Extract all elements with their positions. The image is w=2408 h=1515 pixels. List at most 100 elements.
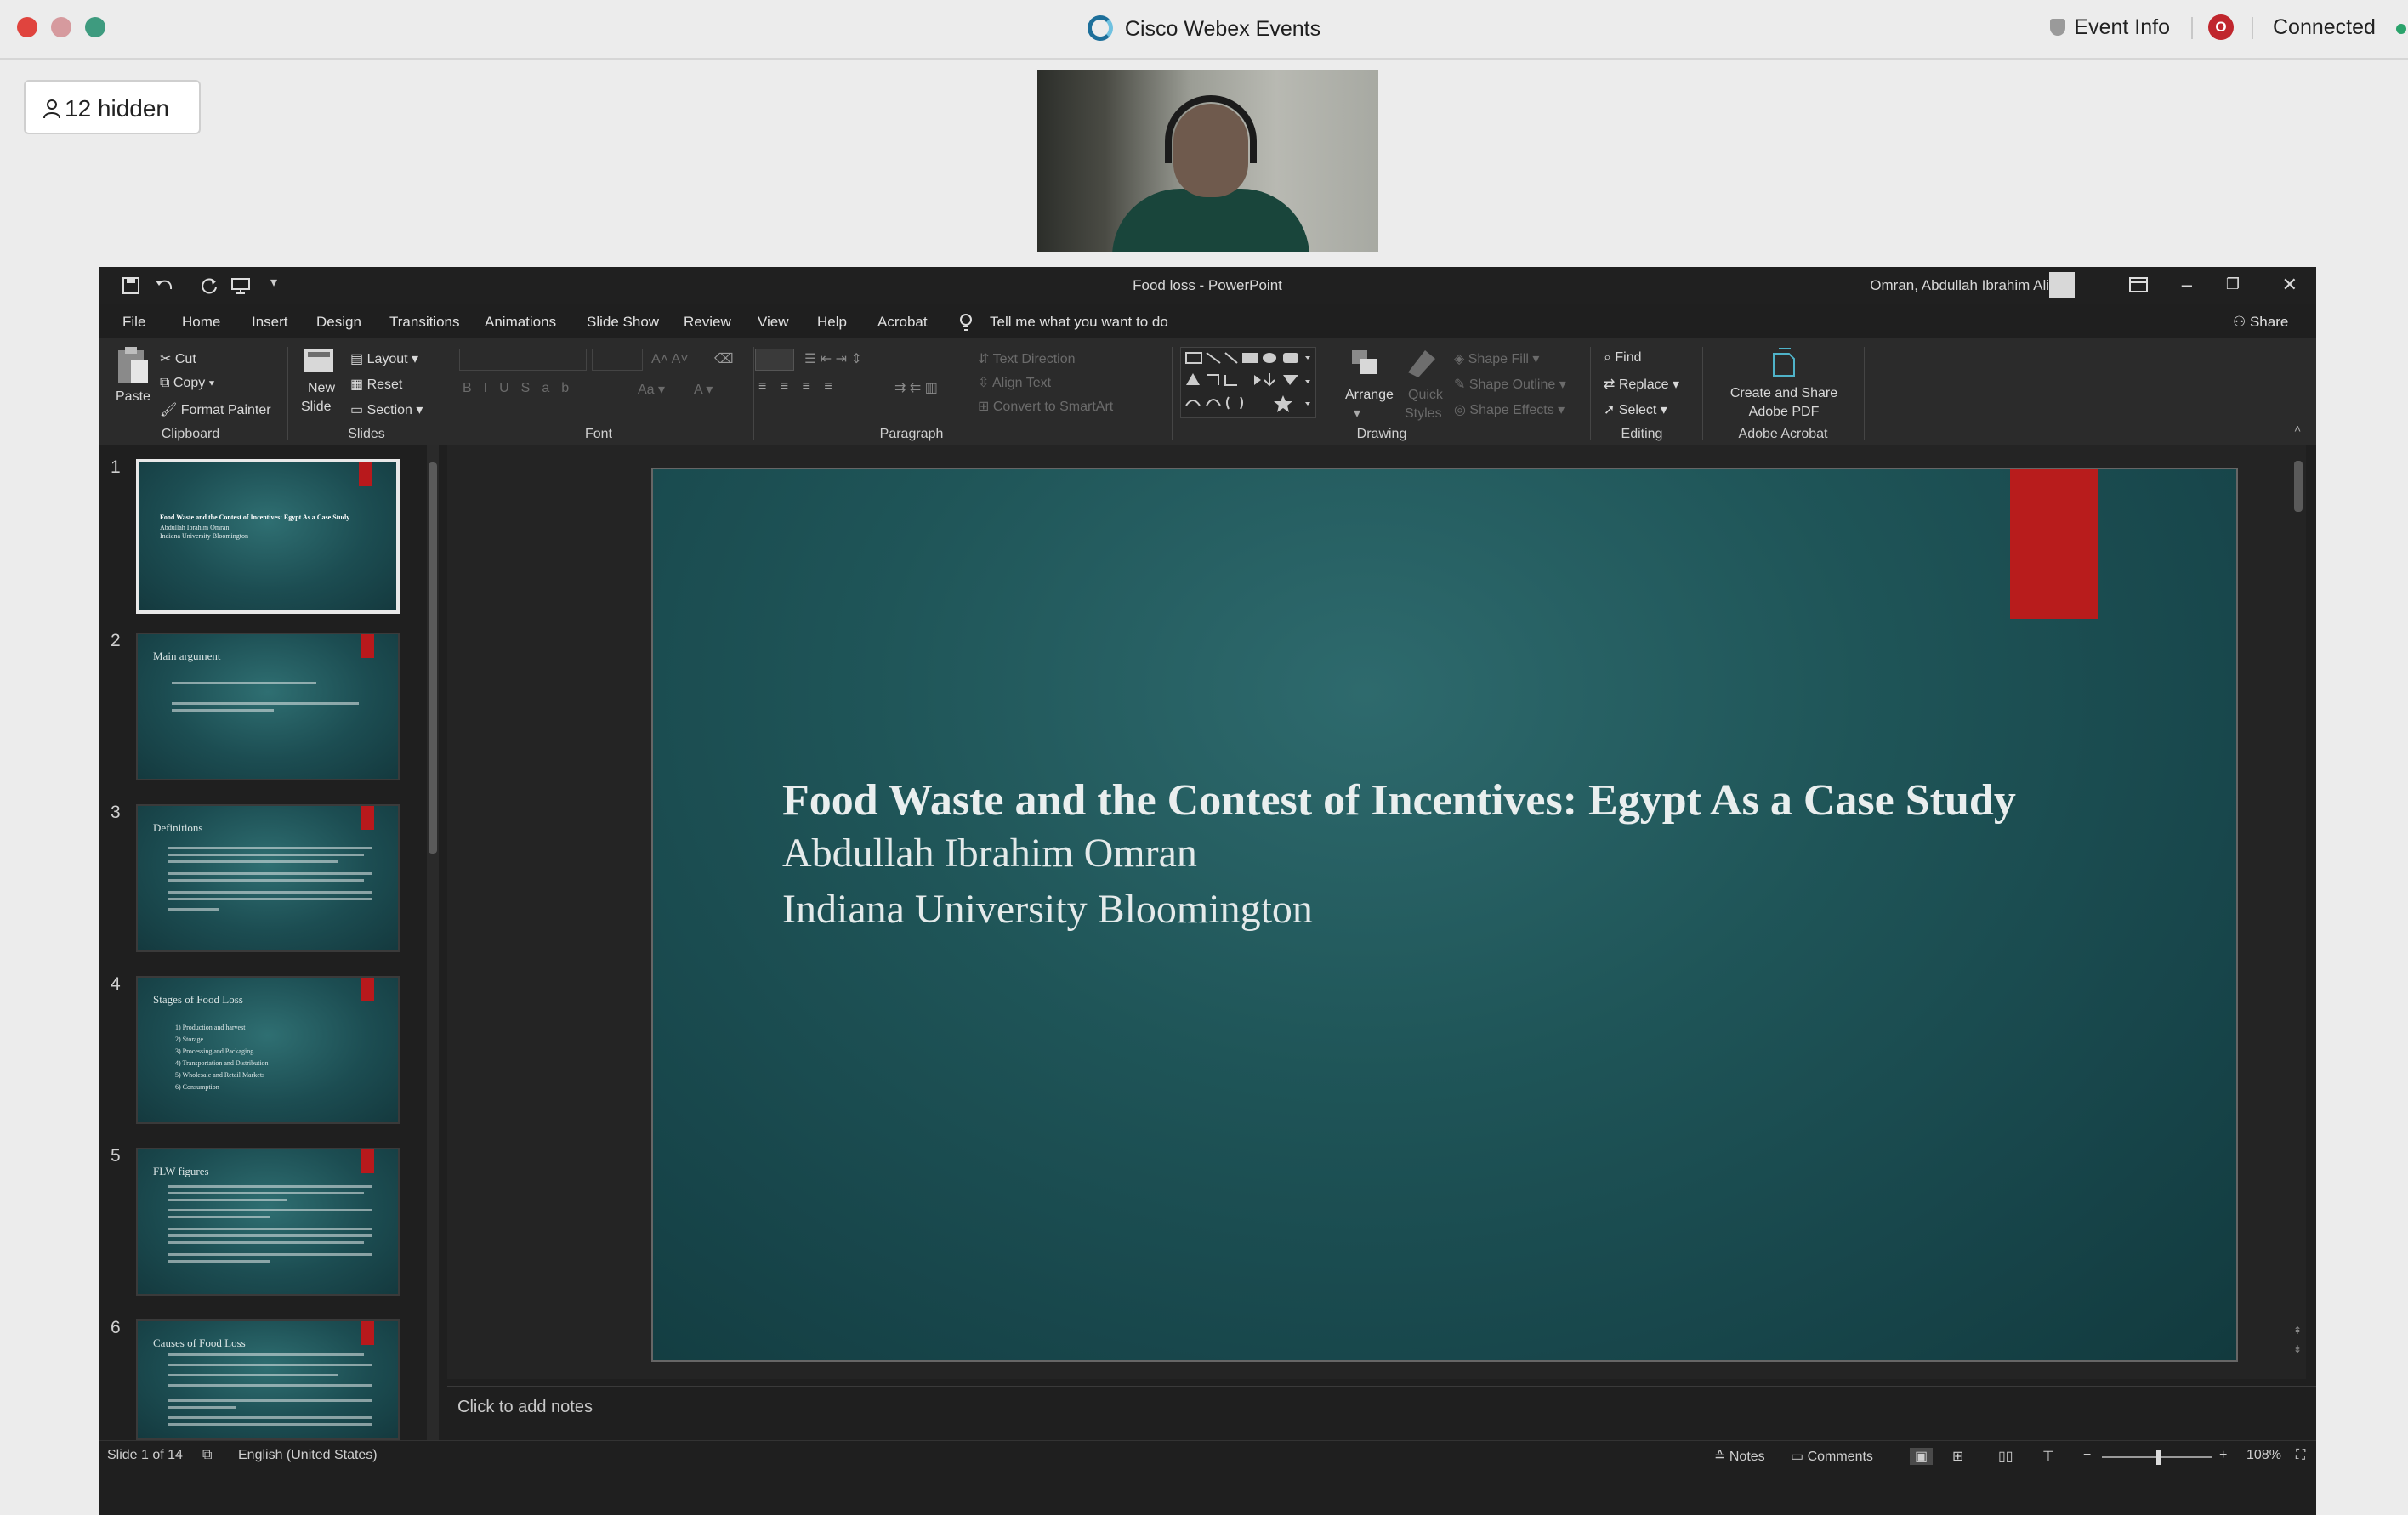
shapes-gallery[interactable] xyxy=(1180,347,1316,418)
notes-toggle-button[interactable]: ≙ Notes xyxy=(1714,1448,1765,1465)
select-button[interactable]: ➚ Select ▾ xyxy=(1604,401,1667,418)
tab-acrobat[interactable]: Acrobat xyxy=(877,314,928,331)
font-name-select[interactable] xyxy=(459,349,587,371)
event-info-button[interactable]: Event Info xyxy=(2050,15,2170,40)
tab-home[interactable]: Home xyxy=(182,314,221,341)
font-size-select[interactable] xyxy=(592,349,643,371)
tab-file[interactable]: File xyxy=(122,314,145,331)
zoom-level[interactable]: 108% xyxy=(2246,1448,2281,1463)
tab-animations[interactable]: Animations xyxy=(485,314,556,331)
tab-review[interactable]: Review xyxy=(684,314,731,331)
grow-font-icon[interactable]: A˄ A˅ xyxy=(651,352,689,367)
new-slide-icon[interactable] xyxy=(303,345,337,376)
list-buttons[interactable]: ☰ ⇤ ⇥ ⇕ xyxy=(804,350,862,367)
slide-thumbnail-3[interactable]: Definitions xyxy=(136,804,400,952)
font-color-icon[interactable]: A ▾ xyxy=(694,381,713,398)
slide-title[interactable]: Food Waste and the Contest of Incentives… xyxy=(782,775,2016,826)
clear-formatting-icon[interactable]: ⌫ xyxy=(714,350,734,367)
tab-insert[interactable]: Insert xyxy=(252,314,288,331)
convert-smartart-button[interactable]: ⊞ Convert to SmartArt xyxy=(978,398,1113,415)
new-slide-button[interactable]: New xyxy=(308,381,335,396)
tab-help[interactable]: Help xyxy=(817,314,847,331)
acrobat-pdf-icon[interactable] xyxy=(1770,347,1797,379)
arrange-icon[interactable] xyxy=(1349,347,1383,379)
create-share-pdf-button-line2[interactable]: Adobe PDF xyxy=(1716,405,1852,420)
line-spacing-select[interactable] xyxy=(755,349,794,371)
thumb-text-line xyxy=(168,1192,364,1194)
quick-styles-icon[interactable] xyxy=(1405,347,1439,379)
scrollbar-thumb[interactable] xyxy=(2294,461,2303,512)
quick-styles-button[interactable]: Quick xyxy=(1408,388,1443,403)
slide-thumbnail-5[interactable]: FLW figures xyxy=(136,1148,400,1296)
new-slide-button-line2[interactable]: Slide xyxy=(301,400,332,415)
paste-icon[interactable] xyxy=(116,345,150,386)
thumbnails-scrollbar[interactable] xyxy=(427,445,439,1440)
current-slide[interactable]: Food Waste and the Contest of Incentives… xyxy=(651,468,2238,1362)
slide-thumbnail-4[interactable]: Stages of Food Loss 1) Production and ha… xyxy=(136,976,400,1124)
slide-affiliation[interactable]: Indiana University Bloomington xyxy=(782,886,1313,933)
next-slide-icon[interactable]: ⇟ xyxy=(2293,1343,2302,1355)
avatar[interactable] xyxy=(2049,272,2075,298)
slide-author[interactable]: Abdullah Ibrahim Omran xyxy=(782,830,1197,877)
find-button[interactable]: ⌕ Find xyxy=(1604,350,1642,366)
alignment-buttons[interactable]: ≡ ≡ ≡ ≡ xyxy=(758,379,838,394)
participant-video[interactable] xyxy=(1037,70,1378,252)
copy-button[interactable]: ⧉ Copy ▾ xyxy=(160,376,214,391)
align-text-button[interactable]: ⇳ Align Text xyxy=(978,374,1051,391)
fit-to-window-icon[interactable]: ⛶ xyxy=(2296,1448,2305,1463)
previous-slide-icon[interactable]: ⇞ xyxy=(2293,1325,2302,1336)
column-buttons[interactable]: ⇉ ⇇ ▥ xyxy=(894,379,938,396)
ribbon-home: Paste ✂ Cut ⧉ Copy ▾ 🖌 Format Painter Cl… xyxy=(99,338,2316,445)
slide-editor[interactable]: Food Waste and the Contest of Incentives… xyxy=(447,445,2306,1379)
font-style-buttons[interactable]: BIUSab xyxy=(463,381,581,396)
tell-me-search[interactable]: Tell me what you want to do xyxy=(990,314,1168,331)
reading-view-icon[interactable]: ▯▯ xyxy=(1998,1448,2013,1465)
shape-effects-button[interactable]: ◎ Shape Effects ▾ xyxy=(1454,401,1565,418)
create-share-pdf-button[interactable]: Create and Share xyxy=(1716,386,1852,401)
tab-slide-show[interactable]: Slide Show xyxy=(587,314,659,331)
slideshow-view-icon[interactable]: ⊤ xyxy=(2042,1448,2054,1465)
slide-sorter-icon[interactable]: ⊞ xyxy=(1952,1448,1963,1465)
slide-thumbnail-6[interactable]: Causes of Food Loss xyxy=(136,1319,400,1440)
format-painter-button[interactable]: 🖌 Format Painter xyxy=(160,401,271,418)
share-button[interactable]: ⚇ Share xyxy=(2233,314,2288,331)
layout-button[interactable]: ▤ Layout ▾ xyxy=(350,350,418,367)
slide-scrollbar[interactable]: ⇞ ⇟ xyxy=(2291,445,2306,1372)
slide-thumbnail-2[interactable]: Main argument xyxy=(136,633,400,780)
language-indicator[interactable]: English (United States) xyxy=(238,1448,378,1463)
cut-button[interactable]: ✂ Cut xyxy=(160,350,196,367)
tab-view[interactable]: View xyxy=(758,314,789,331)
quick-styles-button-line2[interactable]: Styles xyxy=(1405,406,1442,422)
paste-button[interactable]: Paste xyxy=(116,389,150,405)
shape-outline-button[interactable]: ✎ Shape Outline ▾ xyxy=(1454,376,1566,393)
section-button[interactable]: ▭ Section ▾ xyxy=(350,401,423,418)
replace-button[interactable]: ⇄ Replace ▾ xyxy=(1604,376,1679,393)
notes-pane[interactable]: Click to add notes xyxy=(447,1386,2316,1428)
comments-button[interactable]: ▭ Comments xyxy=(1791,1448,1873,1465)
slide-thumbnails-pane[interactable]: 1 Food Waste and the Contest of Incentiv… xyxy=(99,445,442,1440)
normal-view-icon[interactable]: ▣ xyxy=(1910,1448,1934,1465)
tab-design[interactable]: Design xyxy=(316,314,361,331)
shape-fill-button[interactable]: ◈ Shape Fill ▾ xyxy=(1454,350,1539,367)
close-icon[interactable]: ✕ xyxy=(2282,274,2297,296)
reset-button[interactable]: ▦ Reset xyxy=(350,376,402,393)
arrange-button[interactable]: Arrange xyxy=(1345,388,1394,403)
slide-thumbnail-1[interactable]: Food Waste and the Contest of Incentives… xyxy=(136,459,400,614)
collapse-ribbon-icon[interactable]: ˄ xyxy=(2294,422,2301,435)
scrollbar-thumb[interactable] xyxy=(429,462,437,854)
recording-indicator[interactable]: O xyxy=(2208,14,2234,40)
zoom-in-icon[interactable]: + xyxy=(2219,1448,2227,1463)
accessibility-icon[interactable]: ⧉ xyxy=(202,1448,212,1463)
zoom-slider-thumb[interactable] xyxy=(2156,1450,2161,1465)
group-drawing-label: Drawing xyxy=(1356,427,1407,441)
ribbon-display-options-icon[interactable] xyxy=(2129,277,2148,292)
hidden-participants-button[interactable]: 12 hidden xyxy=(24,80,201,134)
tab-transitions[interactable]: Transitions xyxy=(389,314,460,331)
zoom-out-icon[interactable]: − xyxy=(2083,1448,2091,1463)
change-case-icon[interactable]: Aa ▾ xyxy=(638,381,665,398)
minimize-icon[interactable]: – xyxy=(2182,274,2192,296)
restore-icon[interactable]: ❐ xyxy=(2226,275,2240,293)
thumb-text-line xyxy=(168,1353,364,1356)
text-direction-button[interactable]: ⇵ Text Direction xyxy=(978,350,1075,367)
user-name[interactable]: Omran, Abdullah Ibrahim Ali xyxy=(1870,277,2049,294)
